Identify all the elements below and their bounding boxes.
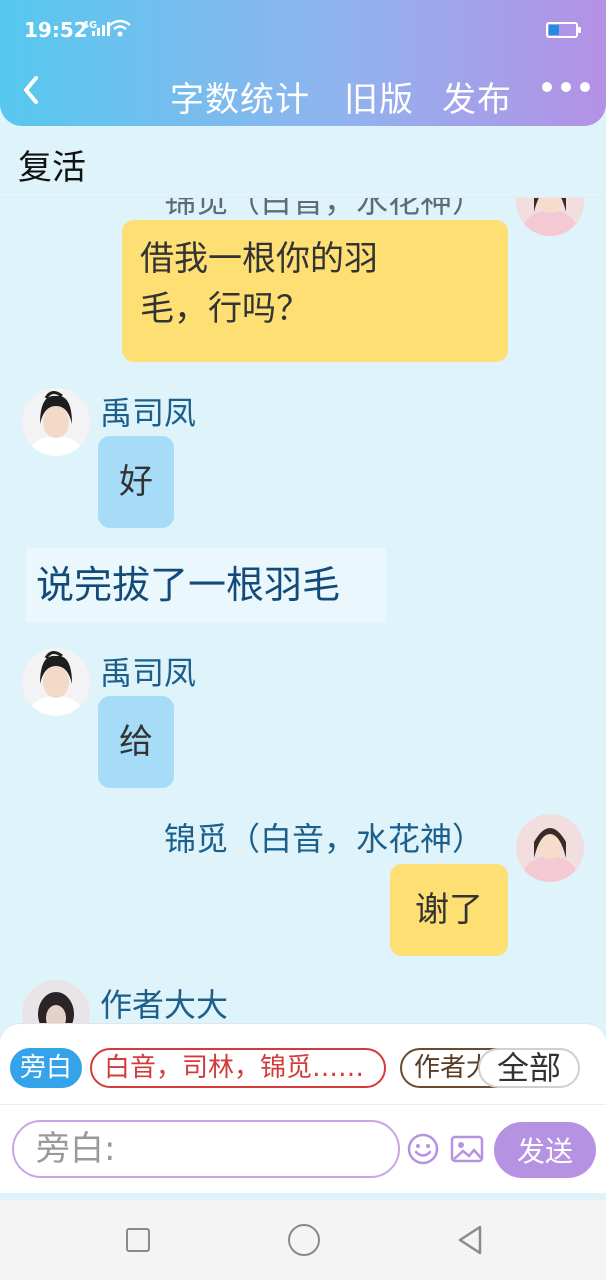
- composer-panel: 旁白 白音，司林，锦觅…… 作者大大 全部 发送: [0, 1023, 606, 1193]
- wifi-icon: [109, 19, 131, 37]
- message-text: 谢了: [415, 890, 483, 930]
- battery-icon: [546, 22, 581, 38]
- old-version-button[interactable]: 旧版: [344, 72, 414, 121]
- avatar[interactable]: [516, 814, 584, 882]
- message-speaker-name: 锦觅（白音，水花神）: [164, 820, 485, 858]
- publish-button[interactable]: 发布: [442, 72, 512, 121]
- character-chip-group[interactable]: 白音，司林，锦觅……: [90, 1048, 386, 1088]
- message-text: 好: [119, 462, 153, 502]
- message-speaker-name: 禹司凤: [100, 654, 197, 692]
- status-time: 19:52: [24, 18, 88, 42]
- message-text: 给: [119, 722, 153, 762]
- message-text: 借我一根你的羽: [140, 239, 378, 279]
- chapter-title[interactable]: 复活: [18, 140, 86, 189]
- all-characters-button[interactable]: 全部: [478, 1048, 580, 1088]
- avatar[interactable]: [22, 388, 90, 456]
- image-icon[interactable]: [450, 1134, 484, 1164]
- message-bubble[interactable]: 给: [98, 696, 174, 788]
- avatar[interactable]: [516, 198, 584, 236]
- divider: [0, 1104, 606, 1105]
- message-bubble[interactable]: 好: [98, 436, 174, 528]
- message-input[interactable]: [12, 1120, 400, 1178]
- narration-text[interactable]: 说完拔了一根羽毛: [26, 548, 386, 622]
- nav-back-icon[interactable]: [456, 1224, 484, 1256]
- message-speaker-name: 作者大大: [100, 986, 229, 1023]
- avatar[interactable]: [22, 648, 90, 716]
- message-text: 毛，行吗？: [140, 289, 310, 329]
- top-bar: 19:52 4G 字数统计 旧版 发布: [0, 0, 606, 126]
- message-bubble[interactable]: 借我一根你的羽 毛，行吗？: [122, 220, 508, 362]
- message-speaker-name: 禹司凤: [100, 394, 197, 432]
- back-icon[interactable]: [18, 72, 46, 108]
- home-icon[interactable]: [288, 1224, 320, 1256]
- emoji-icon[interactable]: [406, 1132, 440, 1166]
- character-chip-narrator[interactable]: 旁白: [10, 1048, 83, 1088]
- message-bubble[interactable]: 谢了: [390, 864, 508, 956]
- recent-apps-icon[interactable]: [126, 1228, 150, 1252]
- message-speaker-name: 锦觅（白音，水花神）: [164, 198, 485, 220]
- send-button[interactable]: 发送: [494, 1122, 596, 1178]
- more-icon[interactable]: [542, 82, 590, 92]
- avatar[interactable]: [22, 980, 90, 1023]
- chapter-bar: 复活: [0, 126, 606, 198]
- chat-area[interactable]: 锦觅（白音，水花神） 借我一根你的羽 毛，行吗？ 禹司凤 好 说完拔了一根羽毛 …: [0, 198, 606, 1023]
- word-count-button[interactable]: 字数统计: [170, 72, 310, 121]
- system-nav-bar: [0, 1200, 606, 1280]
